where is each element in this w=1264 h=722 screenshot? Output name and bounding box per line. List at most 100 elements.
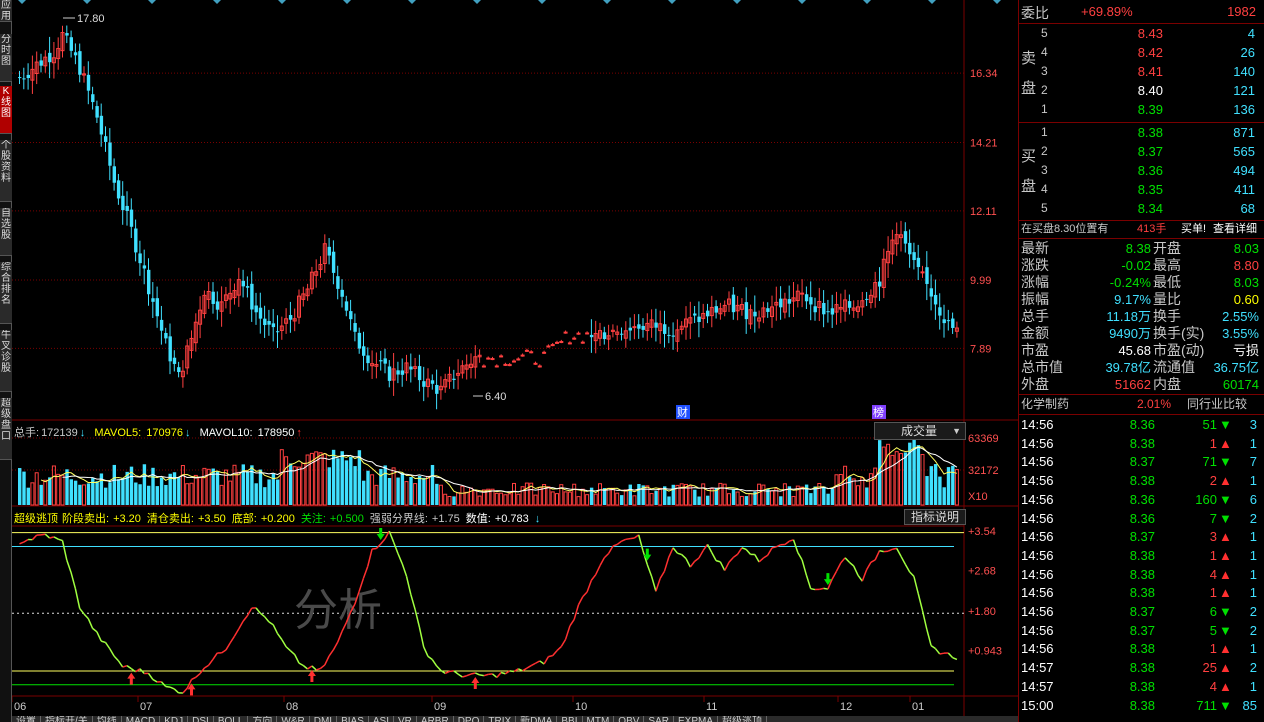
indicator-line [457,673,463,678]
bottom-tab-6[interactable]: BOLL [214,716,249,722]
volume-bar [322,453,327,506]
bottom-tab-1[interactable]: 指标开/关 [41,716,93,722]
candle-body [830,308,835,315]
bottom-tab-7[interactable]: 方向 [248,716,278,722]
bottom-tab-8[interactable]: W&R [277,716,310,722]
volume-bar [125,471,129,505]
tick-time: 14:56 [1021,417,1054,432]
candle-body [241,280,245,287]
tick-volume: 1 [1209,547,1217,563]
candle-body [112,166,116,183]
indicator-line [689,560,696,568]
volume-bar [396,477,400,505]
bottom-tab-2[interactable]: 均线 [93,716,122,722]
bottom-tab-11[interactable]: ASI [369,716,394,722]
indicator-line [857,574,863,582]
volume-bar [413,483,418,506]
volume-bar [520,486,525,506]
volume-bar [620,495,624,505]
tick-time: 14:57 [1021,660,1054,676]
quote-label: 最新 [1021,240,1049,256]
arrow-down-icon: ↓ [534,513,541,525]
sector-compare-button[interactable]: 同行业比较 [1187,396,1247,413]
bottom-tab-18[interactable]: MTM [583,716,615,722]
indicator-help-button[interactable]: 指标说明 [904,509,966,525]
price-scale-label: 9.99 [970,275,991,287]
chart-area[interactable]: 16.34 14.21 12.11 9.99 7.89 17.80 6.40 财 榜 63369 3… [12,0,1018,716]
bottom-tab-10[interactable]: BIAS [337,716,369,722]
left-tab-7[interactable]: 超级盘口 [0,398,12,460]
divider [1019,414,1264,415]
bottom-tab-13[interactable]: ARBR [417,716,454,722]
candle-body [520,354,525,357]
indicator-line [539,660,545,665]
order-notice-link[interactable]: 买单! [1181,221,1206,237]
bottom-tab-5[interactable]: DSI [188,716,214,722]
candle-body [632,326,637,329]
candle-body [938,307,942,316]
left-tab-6[interactable]: 牛叉诊股 [0,330,12,392]
indicator-line [466,673,472,677]
volume-bar [809,493,813,505]
indicator-line [874,550,881,561]
left-tab-5[interactable]: 综合排名 [0,262,12,324]
left-tab-4[interactable]: 自选股 [0,208,12,256]
arrow-up-icon: ▲ [1219,585,1232,601]
left-tab-2[interactable]: K线图 [0,86,12,134]
indicator-line [173,688,180,694]
volume-bar [464,491,469,506]
candle-body [215,301,220,310]
indicator-line [92,627,98,633]
bottom-tab-16[interactable]: 新DMA [516,716,558,722]
bottom-tab-3[interactable]: MACD [122,716,161,722]
quote-value: 亏损 [1232,343,1259,358]
left-tab-1[interactable]: 分时图 [0,34,12,82]
bottom-tab-4[interactable]: KDJ [160,716,189,722]
tick-volume: 711 [1196,697,1217,713]
tick-time: 14:56 [1021,585,1054,601]
indicator-line [844,557,850,563]
buy-signal-arrow-icon [471,676,480,689]
bottom-tab-14[interactable]: DPO [454,716,485,722]
volume-bar [43,479,48,506]
buy-level: 4 [1041,182,1048,196]
indicator-line [767,547,773,556]
candle-body [39,60,43,66]
top-marker-icon [993,0,1001,4]
candle-body [637,324,641,329]
bottom-tab-20[interactable]: SAR [644,716,674,722]
candle-body [417,366,422,381]
price-scale-label: 12.11 [970,206,997,218]
bottom-tab-22[interactable]: 超级逃顶 [718,716,767,722]
candle-body [409,366,413,370]
bottom-tab-17[interactable]: BBI [557,716,583,722]
tick-price: 8.38 [1129,547,1155,563]
indicator-line [543,656,550,665]
bottom-tab-21[interactable]: EXPMA [674,716,718,722]
bottom-tab-12[interactable]: VR [394,716,417,722]
volume-bar [507,493,512,506]
top-marker-icon [798,0,806,4]
left-tab-3[interactable]: 个股资料 [0,140,12,202]
bottom-tab-0[interactable]: 设置 [12,716,41,722]
volume-bar [516,493,521,506]
left-tab-0[interactable]: 应用 [0,0,12,22]
order-detail-link[interactable]: 查看详细 [1213,221,1257,237]
bottom-tab-19[interactable]: OBV [614,716,645,722]
sell-volume: 136 [1233,102,1255,117]
indicator-select-dropdown[interactable]: 成交量 ▼ [874,422,966,440]
price-scale-label: 14.21 [970,138,998,150]
candle-body [572,337,577,340]
volume-bar [26,487,30,505]
volume-bar [383,465,387,505]
order-ratio-value: +69.89% [1081,4,1133,19]
candle-body [331,251,336,273]
bottom-tab-9[interactable]: DMI [310,716,338,722]
indicator-line [160,681,167,688]
volume-bar [739,495,744,506]
indicator-line [616,540,622,546]
indicator-item-value-4: +1.75 [431,513,460,525]
kline-chart[interactable]: 16.34 14.21 12.11 9.99 7.89 17.80 6.40 财 榜 63369 3… [12,0,1018,716]
bottom-tab-15[interactable]: TRIX [484,716,517,722]
indicator-line [272,624,279,634]
